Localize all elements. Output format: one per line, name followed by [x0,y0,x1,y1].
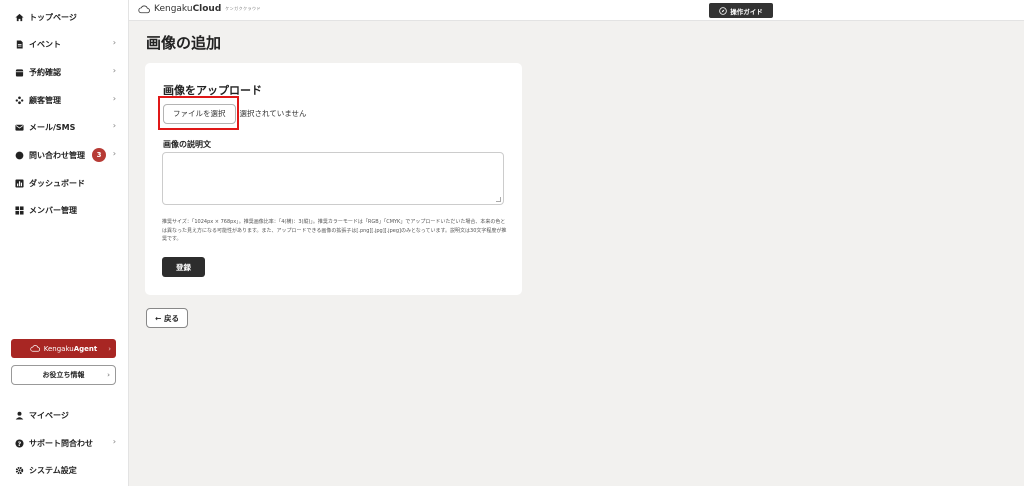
sidebar-item-label: 顧客管理 [29,95,61,105]
chart-icon [14,178,24,188]
no-file-selected-text: 選択されていません [239,109,307,118]
sidebar-item-members[interactable]: メンバー管理 [0,199,129,221]
chevron-right-icon: › [112,66,116,75]
help-icon: ? [14,438,24,448]
description-textarea[interactable] [162,152,504,205]
useful-info-label: お役立ち情報 [42,371,85,379]
sidebar-item-label: マイページ [29,410,69,420]
people-icon [14,95,24,105]
cloud-logo-icon [138,5,150,13]
sidebar-item-reservation[interactable]: 予約確認 › [0,61,129,83]
grid-icon [14,205,24,215]
logo-subtitle: ケンガククラウド [225,6,262,11]
resize-handle-icon[interactable] [496,197,501,202]
sidebar-item-inquiries[interactable]: 問い合わせ管理 3 › [0,144,129,166]
sidebar-item-dashboard[interactable]: ダッシュボード [0,172,129,194]
register-button[interactable]: 登録 [162,257,205,277]
chevron-right-icon: › [108,344,111,353]
useful-info-button[interactable]: お役立ち情報 › [11,365,116,385]
logo-suffix: Cloud [192,4,222,14]
chevron-right-icon: › [112,149,116,158]
sidebar-item-label: ダッシュボード [29,178,85,188]
top-header: Kengaku Cloud ケンガククラウド 操作ガイド [129,0,1024,21]
chevron-right-icon: › [112,437,116,446]
sidebar-item-label: 問い合わせ管理 [29,150,85,160]
description-label: 画像の説明文 [163,140,211,149]
notification-badge: 3 [92,148,106,162]
document-icon [14,39,24,49]
mail-icon [14,122,24,132]
compass-icon [719,6,728,15]
logo-prefix: Kengaku [154,4,193,14]
page-title: 画像の追加 [146,34,222,52]
sidebar: トップページ イベント › 予約確認 › 顧客管理 › メール/SMS › 問い… [0,0,129,486]
guide-label: 操作ガイド [730,7,763,16]
upload-note: 推奨サイズ：「1024px × 768px」。推奨画像比率：「4(横)：3(縦)… [162,219,507,242]
sidebar-item-label: メンバー管理 [29,205,77,215]
chevron-right-icon: › [107,371,110,379]
sidebar-item-label: サポート問合わせ [29,438,93,448]
highlight-box [158,96,239,130]
sidebar-item-label: システム設定 [29,465,77,475]
chevron-right-icon: › [112,121,116,130]
sidebar-item-support[interactable]: ? サポート問合わせ › [0,432,129,454]
chevron-right-icon: › [112,38,116,47]
sidebar-item-mail[interactable]: メール/SMS › [0,116,129,138]
home-icon [14,12,24,22]
calendar-icon [14,67,24,77]
chat-icon [14,150,24,160]
cloud-logo-icon [30,345,40,352]
sidebar-item-label: トップページ [29,12,77,22]
gear-icon [14,465,24,475]
sidebar-item-top[interactable]: トップページ [0,6,129,28]
user-icon [14,410,24,420]
agent-suffix: Agent [73,344,98,353]
sidebar-item-mypage[interactable]: マイページ [0,404,129,426]
agent-prefix: Kengaku [43,344,74,353]
sidebar-item-label: メール/SMS [29,122,76,132]
sidebar-item-customers[interactable]: 顧客管理 › [0,89,129,111]
sidebar-item-event[interactable]: イベント › [0,33,129,55]
chevron-right-icon: › [112,94,116,103]
kengaku-agent-button[interactable]: Kengaku Agent › [11,339,116,358]
sidebar-item-label: 予約確認 [29,67,61,77]
svg-text:?: ? [17,440,21,447]
kengaku-cloud-logo[interactable]: Kengaku Cloud ケンガククラウド [138,4,261,14]
upload-card: 画像をアップロード ファイルを選択 選択されていません 画像の説明文 推奨サイズ… [145,63,522,295]
sidebar-item-settings[interactable]: システム設定 [0,459,129,481]
sidebar-item-label: イベント [29,39,61,49]
operation-guide-button[interactable]: 操作ガイド [709,3,773,18]
back-button[interactable]: ← 戻る [146,308,188,328]
